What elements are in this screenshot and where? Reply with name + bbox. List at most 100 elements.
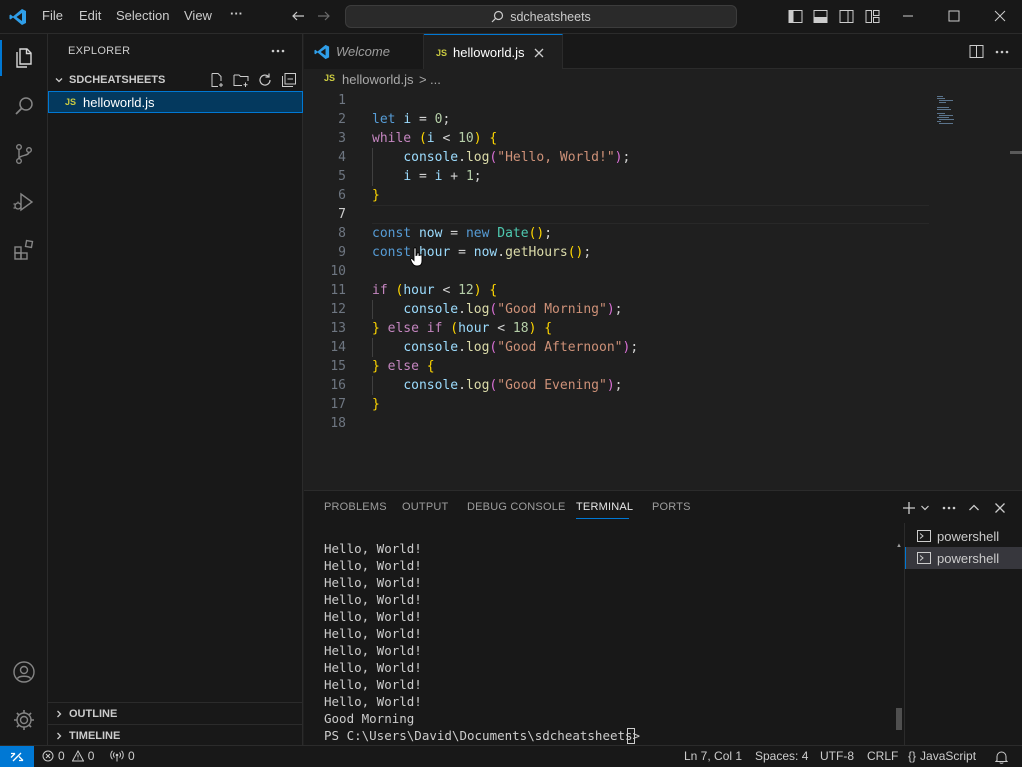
breadcrumb: JS helloworld.js > ... [304,69,1022,91]
minimap[interactable] [937,94,973,124]
indentation[interactable]: Spaces: 4 [755,749,808,763]
terminal-line: Hello, World! [324,694,422,709]
maximize-icon[interactable] [948,10,960,22]
terminal-list-item-active[interactable]: powershell [905,547,1022,569]
remote-icon [10,750,24,764]
tab-debug-console[interactable]: DEBUG CONSOLE [467,501,566,513]
toggle-panel-icon[interactable] [813,9,828,24]
customize-layout-icon[interactable] [865,9,880,24]
timeline-section[interactable]: TIMELINE [48,724,303,746]
tab-terminal[interactable]: TERMINAL [576,501,633,513]
breadcrumb-more[interactable]: ... [430,72,441,87]
line-ending[interactable]: CRLF [867,749,898,763]
accounts-icon[interactable] [0,648,48,696]
cursor-position[interactable]: Ln 7, Col 1 [684,749,742,763]
back-arrow-icon[interactable] [291,9,305,23]
code-line: 12 console.log("Good Morning"); [330,302,623,317]
vscode-logo-icon [314,44,330,60]
hand-cursor-icon [410,247,424,267]
language-mode[interactable]: {} JavaScript [908,749,976,763]
terminal-line: Hello, World! [324,558,422,573]
search-icon[interactable] [0,82,48,130]
terminal-line: Hello, World! [324,626,422,641]
more-actions-icon[interactable] [941,504,957,512]
extensions-icon[interactable] [0,226,48,274]
status-bar: 0 0 0 Ln 7, Col 1 Spaces: 4 UTF-8 CRLF {… [0,745,1022,767]
title-bar: File Edit Selection View ··· sdcheatshee… [0,0,1022,34]
chevron-down-icon[interactable] [920,504,930,512]
tab-output[interactable]: OUTPUT [402,501,448,513]
close-window-icon[interactable] [994,10,1006,22]
terminal-prompt[interactable]: PS C:\Users\David\Documents\sdcheatsheet… [324,727,648,744]
new-terminal-icon[interactable] [902,501,916,515]
terminal-icon [917,529,931,543]
run-and-debug-icon[interactable] [0,178,48,226]
vscode-logo-icon [9,8,27,26]
code-line: 17} [330,397,380,412]
new-folder-icon[interactable] [233,72,249,88]
code-editor[interactable]: 1 2 let i = 0; 3 while (i < 10) { 4 consol… [304,91,1022,489]
close-tab-icon[interactable] [533,47,545,59]
close-panel-icon[interactable] [994,502,1006,514]
notifications-bell-icon[interactable] [995,750,1008,764]
outline-section[interactable]: OUTLINE [48,702,303,724]
tab-problems[interactable]: PROBLEMS [324,501,387,513]
toggle-secondary-sidebar-icon[interactable] [839,9,854,24]
explorer-icon[interactable] [0,34,48,82]
error-count: 0 [58,749,65,763]
more-actions-icon[interactable] [994,48,1010,56]
menu-more[interactable]: ··· [230,6,243,21]
code-line: 8 const now = new Date(); [338,226,553,241]
ports-count: 0 [128,749,135,763]
scrollbar-marker [1010,151,1022,154]
outline-label: OUTLINE [69,707,118,720]
tab-label: Welcome [336,44,390,59]
more-actions-icon[interactable] [270,46,286,56]
menu-file[interactable]: File [42,8,63,23]
code-line: 4 console.log("Hello, World!"); [338,150,631,165]
code-line: 2 let i = 0; [338,112,451,127]
code-line: 13} else if (hour < 18) { [330,321,553,336]
menu-view[interactable]: View [184,8,212,23]
toggle-primary-sidebar-icon[interactable] [788,9,803,24]
problems-status[interactable]: 0 0 [42,749,94,763]
manage-gear-icon[interactable] [0,696,48,744]
tab-helloworld[interactable]: JS helloworld.js [424,34,563,70]
terminal-list-item[interactable]: powershell [905,525,1022,547]
code-line: 6} [338,188,380,203]
forward-arrow-icon[interactable] [317,9,331,23]
minimize-icon[interactable] [902,10,914,22]
terminal-line: Hello, World! [324,643,422,658]
split-editor-icon[interactable] [969,44,984,59]
new-file-icon[interactable] [209,72,225,88]
file-name: helloworld.js [83,94,155,110]
scrollbar-thumb[interactable] [896,708,902,730]
encoding[interactable]: UTF-8 [820,749,854,763]
refresh-icon[interactable] [257,72,273,88]
code-line: 9 const hour = now.getHours(); [338,245,592,260]
terminal-scrollbar[interactable]: ▲ [896,543,902,733]
js-file-icon: JS [65,97,77,107]
breadcrumb-file[interactable]: helloworld.js [342,72,414,87]
tab-welcome[interactable]: Welcome [304,34,424,69]
collapse-all-icon[interactable] [281,72,297,88]
editor-tabs: Welcome JS helloworld.js [304,34,1022,70]
tab-label: helloworld.js [453,45,525,60]
terminal-name: powershell [937,528,1000,544]
code-line: 18 [330,416,346,431]
broadcast-icon [110,750,124,762]
code-line: 15} else { [330,359,435,374]
maximize-panel-icon[interactable] [968,502,980,514]
command-center-search[interactable]: sdcheatsheets [345,5,737,28]
search-icon [491,10,504,23]
warning-count: 0 [87,749,95,763]
file-item-helloworld[interactable]: JS helloworld.js [48,91,303,113]
ports-status[interactable]: 0 [110,749,135,763]
menu-selection[interactable]: Selection [116,8,169,23]
menu-edit[interactable]: Edit [79,8,101,23]
remote-indicator[interactable] [0,746,34,767]
js-file-icon: JS [436,47,448,58]
terminal-icon [917,551,931,565]
source-control-icon[interactable] [0,130,48,178]
tab-ports[interactable]: PORTS [652,501,691,513]
